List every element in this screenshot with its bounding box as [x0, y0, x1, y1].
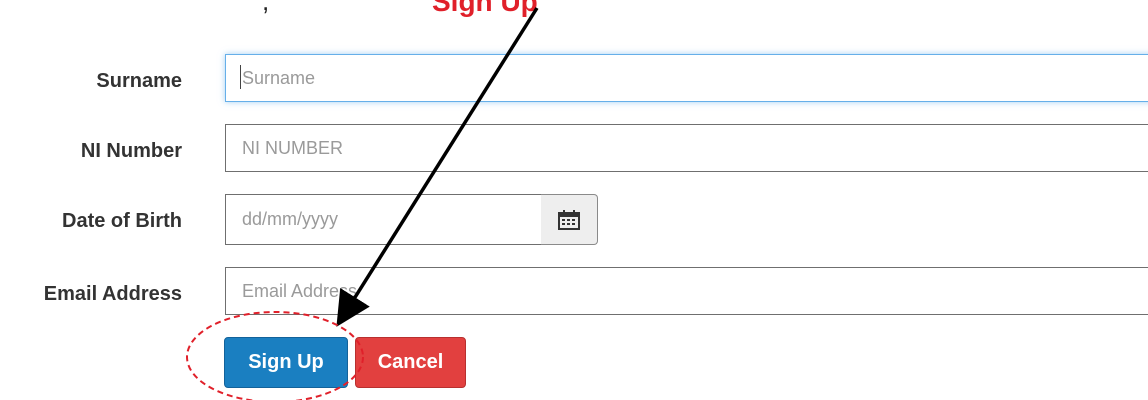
cancel-button[interactable]: Cancel [355, 337, 466, 388]
date-of-birth-input[interactable] [225, 194, 542, 245]
email-address-input[interactable] [225, 267, 1148, 315]
sign-up-button[interactable]: Sign Up [224, 337, 348, 388]
date-of-birth-label: Date of Birth [62, 210, 182, 232]
surname-label: Surname [96, 70, 182, 92]
email-address-label: Email Address [43, 283, 182, 305]
text-caret [240, 65, 241, 89]
instruction-text-partial: , [262, 0, 270, 16]
ni-number-input[interactable] [225, 124, 1148, 172]
calendar-button[interactable] [541, 194, 598, 245]
calendar-icon [558, 209, 580, 230]
surname-input[interactable] [225, 54, 1148, 102]
ni-number-label: NI Number [80, 140, 182, 162]
instruction-highlight-partial: Sign Up [432, 0, 538, 17]
top-instruction-partial: , Sign Up [0, 0, 1148, 17]
